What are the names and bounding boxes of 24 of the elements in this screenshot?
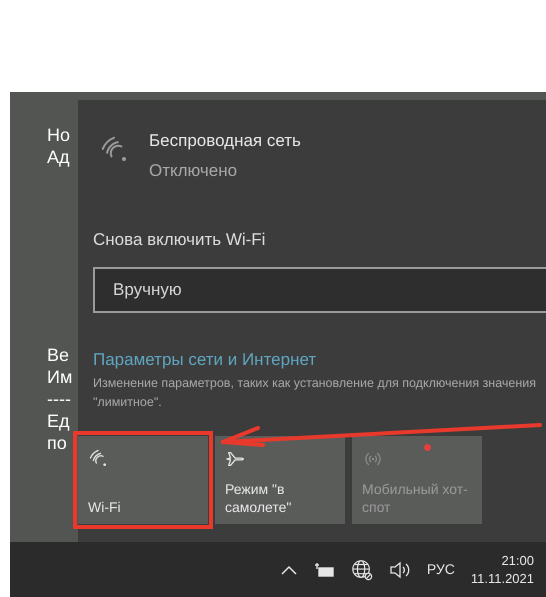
language-indicator[interactable]: РУС xyxy=(426,559,455,580)
speaker-icon[interactable] xyxy=(388,560,411,578)
quick-action-tile[interactable]: Режим "в самолете" xyxy=(215,436,345,524)
network-status: Отключено xyxy=(149,160,238,182)
background-text: Им xyxy=(47,366,74,388)
background-text: Но xyxy=(47,124,72,146)
settings-description: Изменение параметров, таких как установление для подключения значения "лимитное". xyxy=(93,375,537,411)
background-text: Ад xyxy=(47,146,71,168)
network-settings-link[interactable]: Параметры сети и Интернет xyxy=(93,346,316,372)
background-text: Ед xyxy=(47,410,71,432)
reconnect-label: Снова включить Wi-Fi xyxy=(93,229,266,251)
clock-date: 11.11.2021 xyxy=(470,570,534,588)
wifi-icon xyxy=(99,134,129,164)
background-text: Ве xyxy=(47,344,70,366)
wifi-icon xyxy=(88,448,108,468)
battery-icon[interactable] xyxy=(312,562,335,578)
clock-time: 21:00 xyxy=(501,552,534,570)
background-text: ---- xyxy=(47,388,72,410)
background-text: по xyxy=(47,432,68,454)
chevron-up-icon[interactable] xyxy=(280,564,297,574)
reconnect-dropdown[interactable]: Вручную xyxy=(93,266,546,312)
network-name: Беспроводная сеть xyxy=(149,130,301,152)
globe-icon[interactable] xyxy=(350,558,373,580)
quick-action-tile[interactable]: Wi-Fi xyxy=(78,436,208,524)
